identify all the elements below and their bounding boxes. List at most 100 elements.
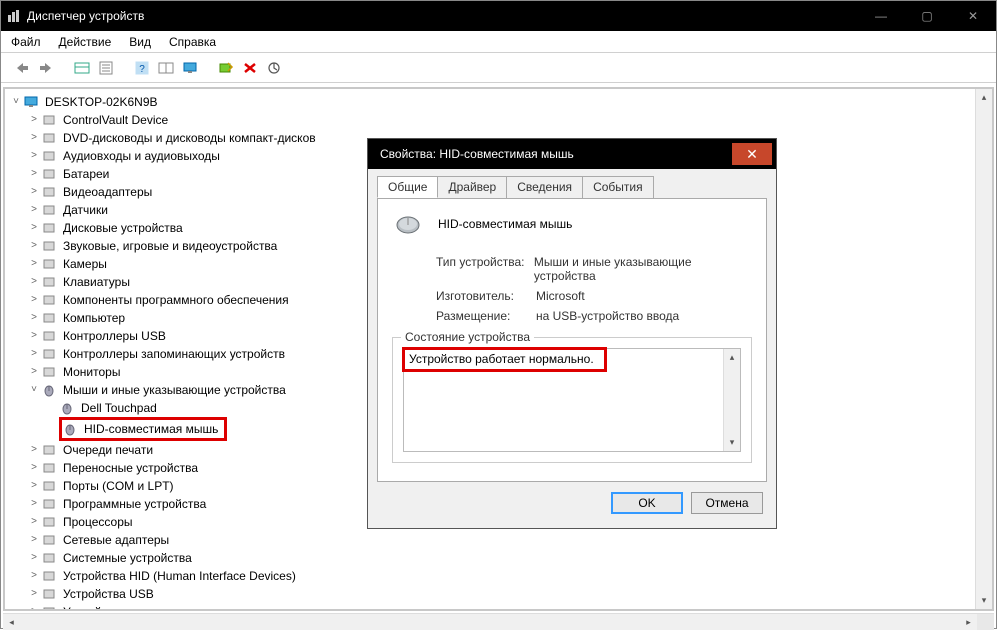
dialog-close-button[interactable]: ✕: [732, 143, 772, 165]
tree-root[interactable]: ˅ DESKTOP-02K6N9B: [9, 93, 992, 111]
tree-item-label: Батареи: [61, 165, 111, 183]
toolbar: ?: [1, 53, 996, 83]
details-icon[interactable]: [155, 57, 177, 79]
menubar: Файл Действие Вид Справка: [1, 31, 996, 53]
category-icon: [41, 478, 57, 494]
tree-category[interactable]: >Сетевые адаптеры: [9, 531, 992, 549]
expand-icon[interactable]: >: [27, 549, 41, 567]
expand-icon[interactable]: >: [27, 273, 41, 291]
properties-dialog: Свойства: HID-совместимая мышь ✕ Общие Д…: [367, 138, 777, 529]
expand-icon[interactable]: >: [27, 345, 41, 363]
expand-icon[interactable]: >: [27, 513, 41, 531]
expand-icon[interactable]: >: [27, 477, 41, 495]
scroll-track[interactable]: [724, 366, 740, 434]
expand-icon[interactable]: >: [27, 291, 41, 309]
manufacturer-label: Изготовитель:: [436, 289, 536, 303]
cancel-button[interactable]: Отмена: [691, 492, 763, 514]
minimize-button[interactable]: —: [858, 1, 904, 31]
mouse-icon: [392, 213, 424, 235]
tree-category[interactable]: >ControlVault Device: [9, 111, 992, 129]
close-button[interactable]: ✕: [950, 1, 996, 31]
expand-icon[interactable]: >: [27, 441, 41, 459]
ok-button[interactable]: OK: [611, 492, 683, 514]
menu-view[interactable]: Вид: [129, 35, 151, 49]
tree-item-label: Звуковые, игровые и видеоустройства: [61, 237, 279, 255]
expand-icon[interactable]: >: [27, 111, 41, 129]
back-icon[interactable]: [11, 57, 33, 79]
expand-icon[interactable]: >: [27, 309, 41, 327]
horizontal-scrollbar[interactable]: ◂ ▸: [3, 613, 994, 630]
scroll-down-icon[interactable]: ▾: [976, 592, 992, 609]
scroll-down-icon[interactable]: ▾: [724, 434, 740, 451]
scroll-left-icon[interactable]: ◂: [3, 614, 20, 630]
tree-item-label: Компьютер: [61, 309, 127, 327]
forward-icon[interactable]: [35, 57, 57, 79]
tree-category[interactable]: >Устройства USB: [9, 585, 992, 603]
update-driver-icon[interactable]: [263, 57, 285, 79]
menu-file[interactable]: Файл: [11, 35, 41, 49]
expand-icon[interactable]: >: [27, 459, 41, 477]
monitor-icon[interactable]: [179, 57, 201, 79]
scroll-corner: [977, 614, 994, 630]
scroll-track[interactable]: [976, 106, 992, 592]
expand-icon[interactable]: >: [27, 495, 41, 513]
expand-icon[interactable]: >: [27, 201, 41, 219]
type-value: Мыши и иные указывающие устройства: [534, 255, 752, 283]
tree-item-label: Мыши и иные указывающие устройства: [61, 381, 288, 399]
status-scrollbar[interactable]: ▴ ▾: [723, 349, 740, 451]
tab-events[interactable]: События: [582, 176, 654, 198]
show-hidden-icon[interactable]: [71, 57, 93, 79]
expand-icon[interactable]: ˅: [27, 381, 41, 399]
status-text: Устройство работает нормально.: [402, 347, 607, 372]
vertical-scrollbar[interactable]: ▴ ▾: [975, 89, 992, 609]
expand-icon[interactable]: >: [27, 237, 41, 255]
expand-icon[interactable]: >: [27, 327, 41, 345]
properties-icon[interactable]: [95, 57, 117, 79]
scroll-right-icon[interactable]: ▸: [960, 614, 977, 630]
expand-icon[interactable]: >: [27, 567, 41, 585]
menu-action[interactable]: Действие: [59, 35, 112, 49]
device-name: HID-совместимая мышь: [438, 217, 572, 231]
expand-icon[interactable]: >: [27, 585, 41, 603]
scroll-track[interactable]: [20, 614, 960, 630]
collapse-icon[interactable]: ˅: [9, 93, 23, 111]
scan-hardware-icon[interactable]: [215, 57, 237, 79]
expand-icon[interactable]: >: [27, 603, 41, 611]
dialog-titlebar[interactable]: Свойства: HID-совместимая мышь ✕: [368, 139, 776, 169]
help-icon[interactable]: ?: [131, 57, 153, 79]
uninstall-icon[interactable]: [239, 57, 261, 79]
expand-icon[interactable]: >: [27, 183, 41, 201]
tree-item-label: Контроллеры USB: [61, 327, 168, 345]
expand-icon[interactable]: >: [27, 129, 41, 147]
menu-help[interactable]: Справка: [169, 35, 216, 49]
tree-item-label: Клавиатуры: [61, 273, 132, 291]
category-icon: [41, 604, 57, 611]
expand-icon[interactable]: >: [27, 531, 41, 549]
tree-category[interactable]: > Устройства чтения смарт-карт: [9, 603, 992, 611]
expand-icon[interactable]: >: [27, 147, 41, 165]
separator: [203, 57, 213, 79]
tree-item-label: Устройства HID (Human Interface Devices): [61, 567, 298, 585]
maximize-button[interactable]: ▢: [904, 1, 950, 31]
dialog-tabs: Общие Драйвер Сведения События: [377, 176, 767, 199]
tree-item-label: Устройства чтения смарт-карт: [61, 603, 233, 611]
category-icon: [41, 220, 57, 236]
category-icon: [41, 550, 57, 566]
window-title: Диспетчер устройств: [27, 9, 858, 23]
tab-general[interactable]: Общие: [377, 176, 438, 198]
expand-icon[interactable]: >: [27, 363, 41, 381]
expand-icon[interactable]: >: [27, 219, 41, 237]
expand-icon[interactable]: >: [27, 165, 41, 183]
tree-item-label: Контроллеры запоминающих устройств: [61, 345, 287, 363]
device-status-textarea[interactable]: Устройство работает нормально. ▴ ▾: [403, 348, 741, 452]
category-icon: [41, 460, 57, 476]
tree-item-label: Переносные устройства: [61, 459, 200, 477]
expand-icon[interactable]: >: [27, 255, 41, 273]
tree-category[interactable]: > Устройства HID (Human Interface Devices…: [9, 567, 992, 585]
tab-driver[interactable]: Драйвер: [437, 176, 507, 198]
category-icon: [41, 148, 57, 164]
tree-category[interactable]: >Системные устройства: [9, 549, 992, 567]
scroll-up-icon[interactable]: ▴: [976, 89, 992, 106]
scroll-up-icon[interactable]: ▴: [724, 349, 740, 366]
tab-details[interactable]: Сведения: [506, 176, 583, 198]
